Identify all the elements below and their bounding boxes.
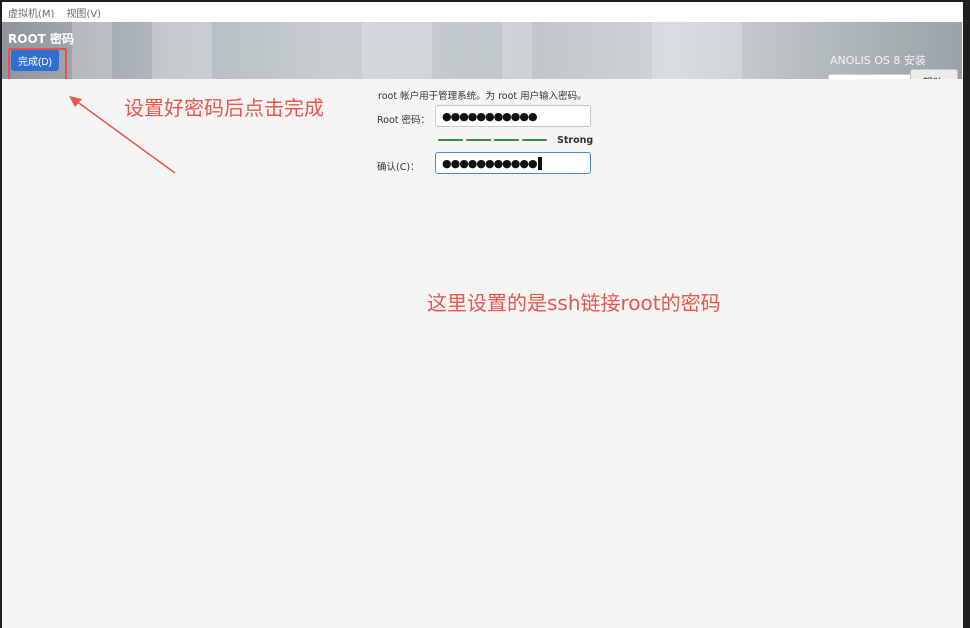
strength-segment [522, 139, 547, 141]
header-background-shape [152, 22, 212, 79]
window-frame-right [963, 0, 970, 628]
help-button[interactable]: 帮助! [910, 69, 958, 79]
annotation-ssh-note: 这里设置的是ssh链接root的密码 [427, 291, 721, 315]
root-password-value: ●●●●●●●●●●● [442, 109, 538, 123]
text-cursor [537, 156, 542, 170]
menu-view[interactable]: 视图(V) [66, 5, 101, 20]
strength-segment [466, 139, 491, 141]
strength-segment [494, 139, 519, 141]
window-frame-left [0, 0, 2, 628]
confirm-password-input[interactable]: ●●●●●●●●●●● [435, 152, 591, 174]
page-title: ROOT 密码 [8, 32, 75, 46]
menu-vm[interactable]: 虚拟机(M) [8, 5, 54, 20]
password-label: Root 密码： [377, 115, 431, 126]
install-title: ANOLIS OS 8 安装 [830, 54, 926, 67]
installer-header: ROOT 密码 完成(D) ANOLIS OS 8 安装 cn 帮助! [2, 22, 962, 79]
confirm-label: 确认(C)： [377, 162, 420, 173]
vm-menubar: 虚拟机(M) 视图(V) [2, 2, 962, 23]
arrow-head [69, 96, 82, 107]
password-strength-label: Strong [557, 135, 594, 146]
header-background-shape [652, 22, 742, 79]
keyboard-layout-indicator[interactable]: cn [828, 74, 912, 79]
header-background-shape [502, 22, 532, 79]
strength-segment [438, 139, 463, 141]
keyboard-layout-label: cn [848, 79, 861, 80]
confirm-password-value: ●●●●●●●●●●● [442, 156, 538, 170]
header-background-shape [72, 22, 112, 79]
header-background-shape [362, 22, 432, 79]
root-password-input[interactable]: ●●●●●●●●●●● [435, 105, 591, 127]
password-strength-bar [438, 139, 547, 141]
annotation-done-note: 设置好密码后点击完成 [124, 96, 324, 120]
done-highlight-box [8, 48, 67, 79]
form-description: root 帐户用于管理系统。为 root 用户输入密码。 [378, 91, 587, 102]
